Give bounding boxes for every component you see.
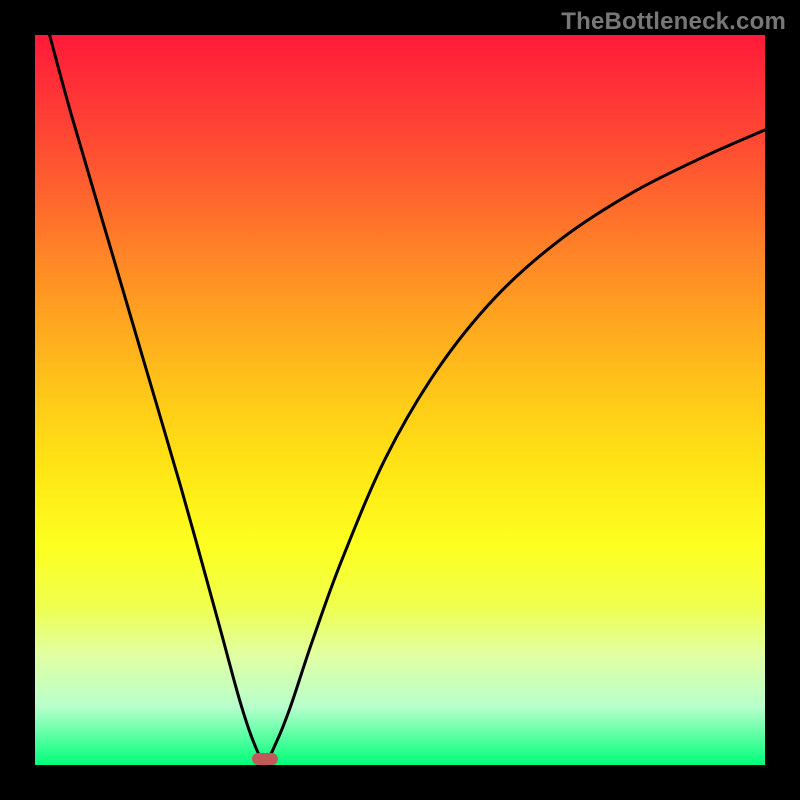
bottleneck-curve xyxy=(35,35,765,765)
chart-container: TheBottleneck.com xyxy=(0,0,800,800)
plot-area xyxy=(35,35,765,765)
curve-path xyxy=(50,35,765,761)
watermark-text: TheBottleneck.com xyxy=(561,8,786,36)
minimum-marker xyxy=(252,753,278,765)
